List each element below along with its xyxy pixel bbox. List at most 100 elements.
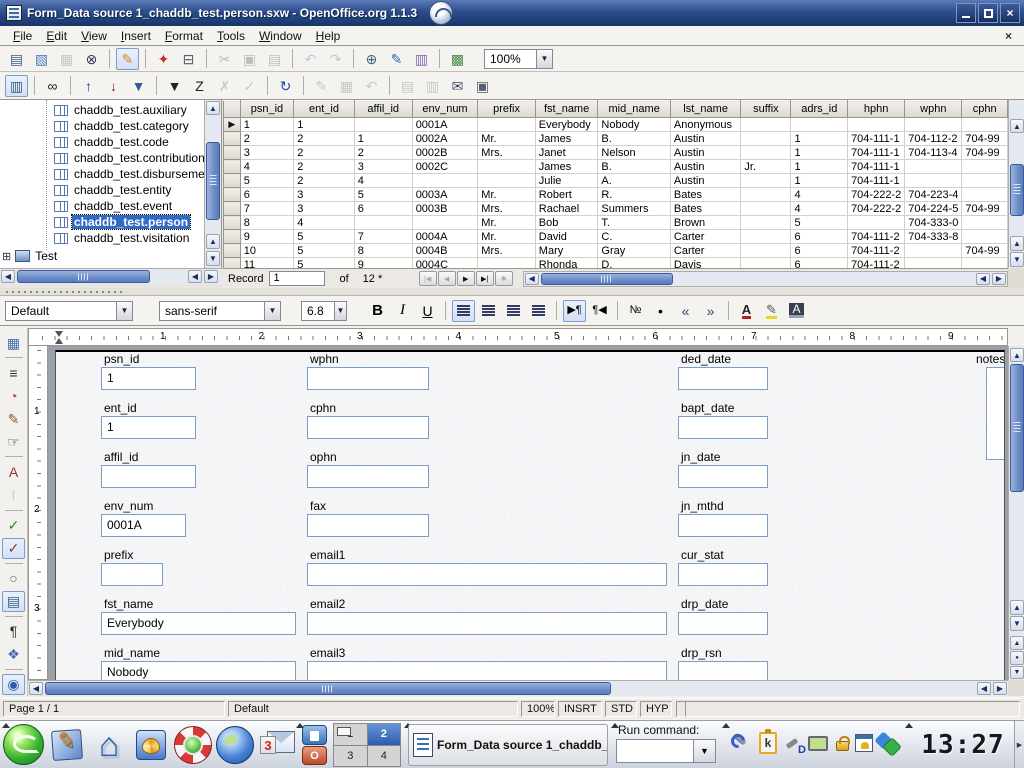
column-header-mid_name[interactable]: mid_name xyxy=(598,101,671,118)
column-header-wphn[interactable]: wphn xyxy=(905,101,962,118)
insert-objects-icon[interactable]: ◔ xyxy=(2,385,25,406)
decrease-indent-button[interactable]: « xyxy=(674,300,697,322)
zoom-indicator[interactable]: 100% xyxy=(521,701,555,717)
form-functions-icon[interactable]: ☞ xyxy=(2,431,25,452)
sort-ascending-icon[interactable]: ↑ xyxy=(77,75,100,97)
help-center-launcher-icon[interactable] xyxy=(174,726,212,764)
tree-item[interactable]: chaddb_test.contribution xyxy=(0,150,204,166)
table-corner[interactable] xyxy=(224,101,241,118)
export-pdf-icon[interactable]: ✦ xyxy=(152,48,175,70)
table-cell[interactable]: 704-111-1 xyxy=(848,132,905,146)
column-header-affil_id[interactable]: affil_id xyxy=(354,101,412,118)
text-editor-launcher-icon[interactable]: ✎ xyxy=(48,726,86,764)
web-browser-launcher-icon[interactable] xyxy=(216,726,254,764)
table-cell[interactable]: James xyxy=(535,132,598,146)
table-vertical-scrollbar[interactable]: ▲ ▲ ▼ xyxy=(1008,100,1024,268)
last-record-button[interactable]: ▶| xyxy=(476,271,494,286)
table-cell[interactable] xyxy=(741,118,791,132)
spellcheck-icon[interactable]: ✓ xyxy=(2,515,25,536)
table-cell[interactable]: 3 xyxy=(240,146,294,160)
table-cell[interactable]: B. xyxy=(598,160,671,174)
field-drp_rsn[interactable] xyxy=(678,661,768,680)
table-cell[interactable]: Austin xyxy=(670,132,740,146)
autospellcheck-icon[interactable]: ✓ xyxy=(2,538,25,559)
tree-item[interactable]: chaddb_test.disbursement xyxy=(0,166,204,182)
column-header-cphn[interactable]: cphn xyxy=(962,101,1008,118)
table-cell[interactable]: 704-99 xyxy=(962,132,1008,146)
data-sources-icon[interactable]: ▤ xyxy=(2,591,25,612)
table-cell[interactable]: 704-333-0 xyxy=(905,216,962,230)
table-cell[interactable]: Mrs. xyxy=(478,202,536,216)
table-cell[interactable]: Davis xyxy=(670,258,740,269)
table-cell[interactable]: C. xyxy=(598,230,671,244)
table-cell[interactable]: Mrs. xyxy=(478,146,536,160)
underline-button[interactable]: U xyxy=(416,300,439,322)
autofilter-icon[interactable]: ▼ xyxy=(127,75,150,97)
logout-button[interactable]: O xyxy=(302,746,327,765)
run-command-input[interactable] xyxy=(616,739,694,763)
scroll-right-icon[interactable]: ▶ xyxy=(993,682,1007,695)
current-record-input[interactable]: 1 xyxy=(269,271,325,286)
field-bapt_date[interactable] xyxy=(678,416,768,439)
table-cell[interactable]: 1 xyxy=(240,118,294,132)
table-cell[interactable] xyxy=(962,188,1008,202)
scroll-left-icon[interactable]: ◀ xyxy=(977,682,991,695)
scroll-right-icon[interactable]: ▶ xyxy=(992,273,1006,285)
maximize-button[interactable] xyxy=(978,3,998,23)
table-cell[interactable]: 704-99 xyxy=(962,202,1008,216)
table-cell[interactable]: Austin xyxy=(670,174,740,188)
taskbar-window-button[interactable]: Form_Data source 1_chaddb_t xyxy=(408,724,608,766)
table-cell[interactable] xyxy=(905,174,962,188)
column-header-psn_id[interactable]: psn_id xyxy=(240,101,294,118)
mail-merge-icon[interactable]: ✉ xyxy=(446,75,469,97)
table-cell[interactable]: 0004C xyxy=(412,258,478,269)
scroll-up-icon[interactable]: ▲ xyxy=(1010,236,1024,251)
scroll-left-icon[interactable]: ◀ xyxy=(525,273,539,285)
tree-item[interactable]: chaddb_test.code xyxy=(0,134,204,150)
scroll-down-icon[interactable]: ▼ xyxy=(1010,616,1024,631)
table-cell[interactable] xyxy=(478,258,536,269)
table-cell[interactable]: Janet xyxy=(535,146,598,160)
table-cell[interactable] xyxy=(905,118,962,132)
table-cell[interactable] xyxy=(962,258,1008,269)
row-header[interactable] xyxy=(224,188,241,202)
pager-desktop-4[interactable]: 4 xyxy=(368,746,401,767)
table-horizontal-scrollbar[interactable]: ◀ ◀ ▶ xyxy=(523,271,1008,287)
table-cell[interactable]: 0004B xyxy=(412,244,478,258)
table-cell[interactable] xyxy=(478,160,536,174)
vertical-ruler[interactable]: 123 xyxy=(28,346,48,680)
table-cell[interactable] xyxy=(741,132,791,146)
horizontal-ruler[interactable]: 123456789 xyxy=(28,328,1008,346)
table-cell[interactable]: Everybody xyxy=(535,118,598,132)
table-cell[interactable]: Mr. xyxy=(478,188,536,202)
field-ent_id[interactable]: 1 xyxy=(101,416,196,439)
column-header-lst_name[interactable]: lst_name xyxy=(670,101,740,118)
table-cell[interactable]: Julie xyxy=(535,174,598,188)
table-cell[interactable] xyxy=(791,118,848,132)
menu-edit[interactable]: Edit xyxy=(39,28,74,44)
table-cell[interactable]: 1 xyxy=(791,132,848,146)
font-size-combo[interactable]: 6.8 ▼ xyxy=(301,301,347,321)
table-cell[interactable] xyxy=(848,118,905,132)
table-cell[interactable] xyxy=(741,146,791,160)
font-name-combo[interactable]: sans-serif ▼ xyxy=(159,301,281,321)
table-cell[interactable] xyxy=(962,230,1008,244)
table-cell[interactable]: 5 xyxy=(791,216,848,230)
highlighting-button[interactable]: ✎ xyxy=(760,300,783,322)
column-header-env_num[interactable]: env_num xyxy=(412,101,478,118)
insert-mode-indicator[interactable]: INSRT xyxy=(558,701,602,717)
pager-desktop-3[interactable]: 3 xyxy=(334,746,367,767)
standard-filter-icon[interactable]: ▼ xyxy=(163,75,186,97)
table-cell[interactable]: 2 xyxy=(354,146,412,160)
scrollbar-thumb[interactable] xyxy=(45,682,611,695)
table-cell[interactable]: 8 xyxy=(240,216,294,230)
left-to-right-button[interactable]: ▶¶ xyxy=(563,300,586,322)
font-color-button[interactable]: A xyxy=(735,300,758,322)
tree-item[interactable]: chaddb_test.visitation xyxy=(0,230,204,246)
table-cell[interactable]: 0003B xyxy=(412,202,478,216)
table-cell[interactable]: 704-99 xyxy=(962,146,1008,160)
tree-item-test-root[interactable]: ⊞ Test xyxy=(2,248,57,264)
stylist-icon[interactable]: ✎ xyxy=(385,48,408,70)
autotext-icon[interactable]: A xyxy=(2,461,25,482)
table-cell[interactable]: R. xyxy=(598,188,671,202)
